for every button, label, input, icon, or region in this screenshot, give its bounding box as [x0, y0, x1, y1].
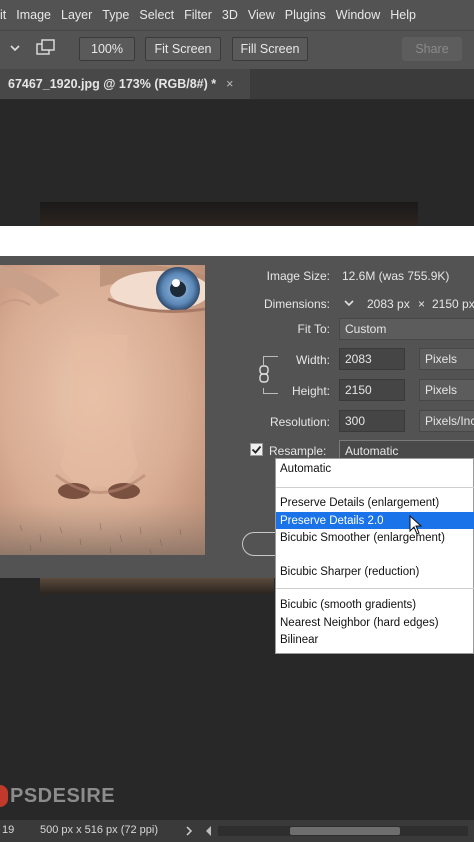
share-button[interactable]: Share	[402, 37, 462, 61]
watermark-text: PSDESIRE	[10, 784, 116, 807]
menu-item-layer[interactable]: Layer	[56, 8, 97, 22]
fill-screen-button[interactable]: Fill Screen	[232, 37, 308, 61]
status-bar: 19 500 px x 516 px (72 ppi)	[0, 820, 474, 842]
resample-option-bicubic-sharper[interactable]: Bicubic Sharper (reduction)	[276, 563, 474, 580]
menu-item-help[interactable]: Help	[385, 8, 421, 22]
resample-option-nearest-neighbor[interactable]: Nearest Neighbor (hard edges)	[276, 614, 474, 631]
dropdown-separator	[276, 487, 474, 488]
height-input[interactable]: 2150	[339, 379, 405, 401]
image-size-label: Image Size:	[266, 269, 330, 283]
chevron-down-icon[interactable]	[342, 296, 356, 315]
resample-option-bicubic[interactable]: Bicubic (smooth gradients)	[276, 596, 474, 613]
dimensions-height: 2150 px	[432, 297, 474, 311]
status-zoom-value[interactable]: 19	[2, 824, 14, 836]
resolution-label: Resolution:	[269, 415, 330, 429]
height-label: Height:	[291, 384, 330, 398]
resolution-input[interactable]: 300	[339, 410, 405, 432]
dialog-title-band	[0, 226, 474, 256]
resample-option-automatic[interactable]: Automatic	[276, 460, 474, 477]
document-image-top-edge	[40, 202, 418, 226]
menu-item-3d[interactable]: 3D	[217, 8, 243, 22]
close-icon[interactable]: ×	[226, 77, 233, 91]
fit-to-label: Fit To:	[297, 322, 330, 336]
height-unit-select[interactable]: Pixels	[419, 379, 474, 401]
menu-item-select[interactable]: Select	[134, 8, 179, 22]
document-image-bottom-edge	[40, 578, 274, 594]
horizontal-scrollbar[interactable]	[218, 826, 468, 836]
menu-item-image[interactable]: Image	[11, 8, 56, 22]
resolution-unit-select[interactable]: Pixels/Inc	[419, 410, 474, 432]
resample-option-preserve-details-2[interactable]: Preserve Details 2.0	[276, 512, 474, 529]
menu-bar: it Image Layer Type Select Filter 3D Vie…	[0, 0, 474, 30]
document-tab[interactable]: 67467_1920.jpg @ 173% (RGB/8#) * ×	[0, 69, 250, 99]
document-tab-title: 67467_1920.jpg @ 173% (RGB/8#) *	[8, 77, 217, 91]
dropdown-separator	[276, 588, 474, 589]
scroll-left-icon[interactable]	[204, 825, 214, 840]
dimensions-label: Dimensions:	[263, 297, 330, 311]
fit-screen-button[interactable]: Fit Screen	[145, 37, 221, 61]
scrollbar-thumb[interactable]	[290, 827, 400, 835]
image-preview[interactable]	[0, 265, 205, 555]
fit-to-select[interactable]: Custom	[339, 318, 474, 340]
arrange-windows-icon[interactable]	[36, 39, 56, 62]
mouse-cursor-icon	[409, 514, 423, 540]
resample-option-bilinear[interactable]: Bilinear	[276, 631, 474, 648]
image-size-value: 12.6M (was 755.9K)	[342, 269, 450, 283]
width-label: Width:	[295, 353, 330, 367]
link-chain-icon[interactable]	[258, 365, 270, 388]
resample-label: Resample:	[269, 444, 327, 458]
menu-item-type[interactable]: Type	[97, 8, 134, 22]
width-input[interactable]: 2083	[339, 348, 405, 370]
resample-checkbox[interactable]	[250, 443, 263, 461]
status-doc-info: 500 px x 516 px (72 ppi)	[40, 824, 159, 836]
options-bar: 100% Fit Screen Fill Screen Share	[0, 30, 474, 70]
dimensions-times: ×	[418, 297, 426, 311]
watermark-logo-icon	[0, 785, 8, 807]
resample-option-bicubic-smoother[interactable]: Bicubic Smoother (enlargement)	[276, 529, 474, 546]
psdesire-watermark: PSDESIRE	[0, 784, 115, 808]
chevron-down-icon[interactable]	[8, 41, 22, 60]
menu-item-window[interactable]: Window	[331, 8, 385, 22]
dimensions-width: 2083 px	[367, 297, 410, 311]
resample-option-preserve-details[interactable]: Preserve Details (enlargement)	[276, 494, 474, 511]
menu-item-edit[interactable]: it	[0, 8, 11, 22]
menu-item-view[interactable]: View	[243, 8, 280, 22]
document-tab-bar: 67467_1920.jpg @ 173% (RGB/8#) * ×	[0, 69, 474, 100]
chevron-right-icon[interactable]	[184, 825, 194, 840]
resample-dropdown: Automatic Preserve Details (enlargement)…	[275, 458, 474, 654]
menu-item-filter[interactable]: Filter	[179, 8, 217, 22]
width-unit-select[interactable]: Pixels	[419, 348, 474, 370]
zoom-100-button[interactable]: 100%	[79, 37, 135, 61]
menu-item-plugins[interactable]: Plugins	[280, 8, 331, 22]
